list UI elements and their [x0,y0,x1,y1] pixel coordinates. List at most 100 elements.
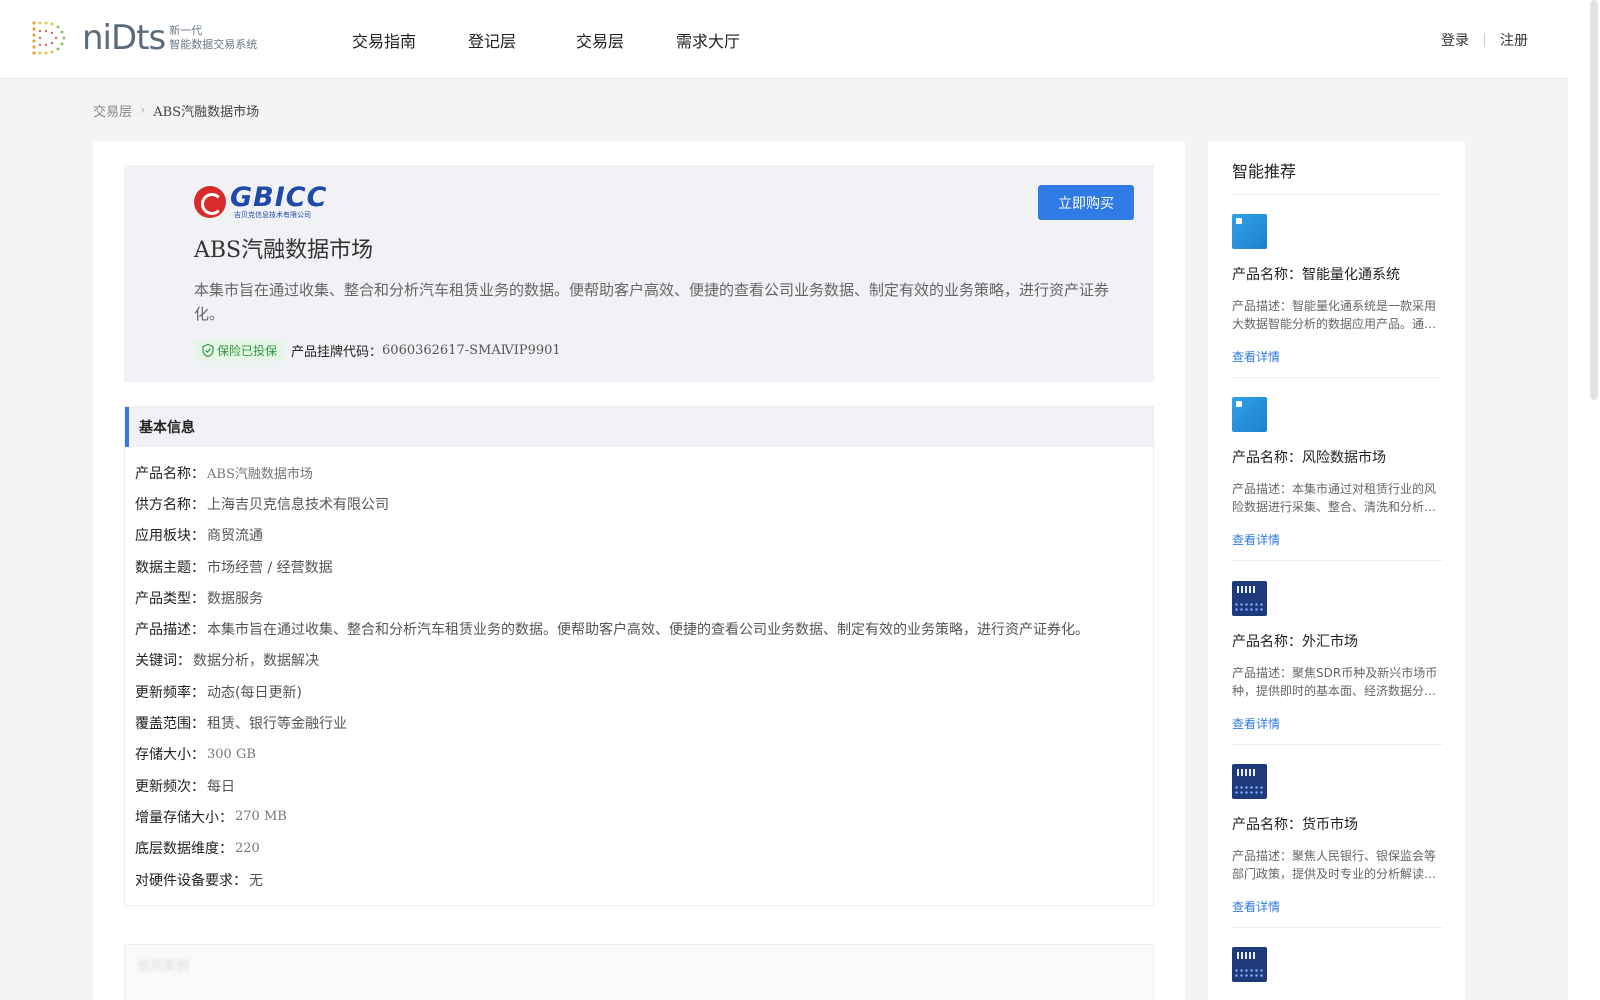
info-row-product-type: 产品类型： 数据服务 [135,582,1153,613]
provider-logo: GBICC 吉贝克信息技术有限公司 [194,182,328,219]
view-details-link[interactable]: 查看详情 [1232,715,1280,732]
info-key: 产品名称： [135,465,205,482]
breadcrumb: 交易层 › ABS汽融数据市场 [93,101,259,120]
info-value: 270 MB [235,809,287,825]
breadcrumb-parent[interactable]: 交易层 [93,101,132,120]
next-section-placeholder: 使用案例 [124,944,1154,1000]
info-key: 产品类型： [135,590,205,607]
site-logo[interactable]: niDts 新一代 智能数据交易系统 [30,18,257,58]
view-details-link[interactable]: 查看详情 [1232,898,1280,915]
info-row-update-frequency: 更新频率： 动态(每日更新) [135,676,1153,707]
recommendation-card[interactable]: 产品名称：风险数据市场 产品描述：本集市通过对租赁行业的风险数据进行采集、整合、… [1232,397,1442,548]
info-value: 本集市旨在通过收集、整合和分析汽车租赁业务的数据。便帮助客户高效、便捷的查看公司… [207,622,1089,639]
recommendation-name: 产品名称：风险数据市场 [1232,450,1386,466]
nav-item-registration-layer[interactable]: 登记层 [468,28,516,52]
info-key: 覆盖范围： [135,716,205,733]
scrollbar-thumb[interactable] [1590,0,1598,400]
shield-check-icon [202,343,214,357]
info-key: 增量存储大小： [135,809,233,826]
info-value: 上海吉贝克信息技术有限公司 [207,496,389,513]
info-key: 数据主题： [135,559,205,576]
info-key: 关键词： [135,653,191,670]
recommendation-sidebar: 智能推荐 产品名称：智能量化通系统 产品描述：智能量化通系统是一款采用大数据智能… [1208,141,1465,1000]
info-row-data-dimensions: 底层数据维度： 220 [135,833,1153,864]
provider-logo-mark-icon [194,186,226,218]
provider-logo-name: GBICC [230,182,328,213]
auth-separator [1484,33,1485,47]
insurance-badge-label: 保险已投保 [217,343,278,358]
logo-d-icon [32,21,66,55]
info-key: 存储大小： [135,747,205,764]
top-header: niDts 新一代 智能数据交易系统 交易指南 登记层 交易层 需求大厅 登录 … [0,0,1568,79]
view-details-link[interactable]: 查看详情 [1232,531,1280,548]
info-key: 供方名称： [135,496,205,513]
logo-wordmark: niDts [82,18,166,58]
logo-subtitle-line2: 智能数据交易系统 [169,38,258,51]
info-row-description: 产品描述： 本集市旨在通过收集、整合和分析汽车租赁业务的数据。便帮助客户高效、便捷… [135,613,1153,644]
recommendation-description: 产品描述：聚焦人民银行、银保监会等部门政策，提供及时专业的分析解读… [1232,849,1437,881]
info-value: 无 [249,872,263,889]
info-row-sector: 应用板块： 商贸流通 [135,520,1153,551]
recommendation-description: 产品描述：智能量化通系统是一款采用大数据智能分析的数据应用产品。通过… [1232,299,1437,331]
recommendation-divider [1232,560,1442,561]
info-value: 数据分析，数据解决 [193,653,319,670]
nav-item-trade-guide[interactable]: 交易指南 [352,28,416,52]
view-details-link[interactable]: 查看详情 [1232,348,1280,365]
info-value: 租赁、银行等金融行业 [207,716,347,733]
info-value: 每日 [207,778,235,795]
nav-item-trading-layer[interactable]: 交易层 [576,28,624,52]
recommendation-divider [1232,744,1442,745]
basic-info-section: 基本信息 产品名称： ABS汽融数据市场 供方名称： 上海吉贝克信息技术有限公司 应… [124,406,1154,906]
info-value: ABS汽融数据市场 [207,467,313,483]
logo-subtitle: 新一代 智能数据交易系统 [169,24,257,52]
recommendation-card[interactable]: 产品名称：货币市场 产品描述：聚焦人民银行、银保监会等部门政策，提供及时专业的分… [1232,764,1442,915]
main-nav: 交易指南 登记层 交易层 需求大厅 [352,28,792,52]
product-thumbnail[interactable] [1232,214,1267,249]
product-thumbnail[interactable] [1232,581,1267,616]
info-key: 对硬件设备要求： [135,872,247,889]
nav-item-demand-hall[interactable]: 需求大厅 [676,28,740,52]
chevron-right-icon: › [140,103,146,118]
product-meta: 保险已投保 产品挂牌代码： 6060362617-SMAⅣIP9901 [194,339,561,361]
info-row-supplier: 供方名称： 上海吉贝克信息技术有限公司 [135,488,1153,519]
recommendation-divider [1232,927,1442,928]
sidebar-divider [1232,194,1442,195]
info-row-update-count: 更新频次： 每日 [135,770,1153,801]
info-row-keywords: 关键词： 数据分析，数据解决 [135,645,1153,676]
product-description: 本集市旨在通过收集、整合和分析汽车租赁业务的数据。便帮助客户高效、便捷的查看公司… [194,281,1110,323]
product-thumbnail[interactable] [1232,947,1267,982]
info-row-data-theme: 数据主题： 市场经营 / 经营数据 [135,551,1153,582]
info-value: 数据服务 [207,590,263,607]
recommendation-description: 产品描述：聚焦SDR币种及新兴市场币种，提供即时的基本面、经济数据分析… [1232,666,1438,698]
breadcrumb-current: ABS汽融数据市场 [153,105,260,120]
product-thumbnail[interactable] [1232,764,1267,799]
info-key: 应用板块： [135,528,205,545]
product-thumbnail[interactable] [1232,397,1267,432]
provider-logo-text: GBICC 吉贝克信息技术有限公司 [230,182,328,219]
info-value: 动态(每日更新) [207,684,302,701]
basic-info-list: 产品名称： ABS汽融数据市场 供方名称： 上海吉贝克信息技术有限公司 应用板块：商… [125,447,1153,895]
section-heading: 基本信息 [125,407,1153,447]
info-key: 更新频率： [135,684,205,701]
info-value: 300 GB [207,746,256,762]
register-link[interactable]: 注册 [1500,30,1528,50]
info-row-coverage: 覆盖范围： 租赁、银行等金融行业 [135,707,1153,738]
buy-now-button[interactable]: 立即购买 [1038,185,1134,220]
product-hero: GBICC 吉贝克信息技术有限公司 立即购买 ABS汽融数据市场 本集市旨在通过… [124,165,1154,382]
info-value: 商贸流通 [207,528,263,545]
info-row-product-name: 产品名称： ABS汽融数据市场 [135,457,1153,488]
logo-subtitle-line1: 新一代 [169,24,203,37]
info-value: 市场经营 / 经营数据 [207,559,333,576]
recommendation-name: 产品名称：货币市场 [1232,817,1358,833]
recommendation-name: 产品名称：智能量化通系统 [1232,267,1400,283]
recommendation-divider [1232,377,1442,378]
insurance-badge: 保险已投保 [194,339,286,361]
recommendation-card[interactable] [1232,947,1442,982]
recommendation-card[interactable]: 产品名称：智能量化通系统 产品描述：智能量化通系统是一款采用大数据智能分析的数据… [1232,214,1442,365]
info-row-storage-size: 存储大小： 300 GB [135,739,1153,770]
info-value: 220 [235,840,260,856]
sidebar-title: 智能推荐 [1232,162,1297,181]
login-link[interactable]: 登录 [1441,30,1469,50]
recommendation-card[interactable]: 产品名称：外汇市场 产品描述：聚焦SDR币种及新兴市场币种，提供即时的基本面、经… [1232,581,1442,732]
info-key: 底层数据维度： [135,841,233,858]
